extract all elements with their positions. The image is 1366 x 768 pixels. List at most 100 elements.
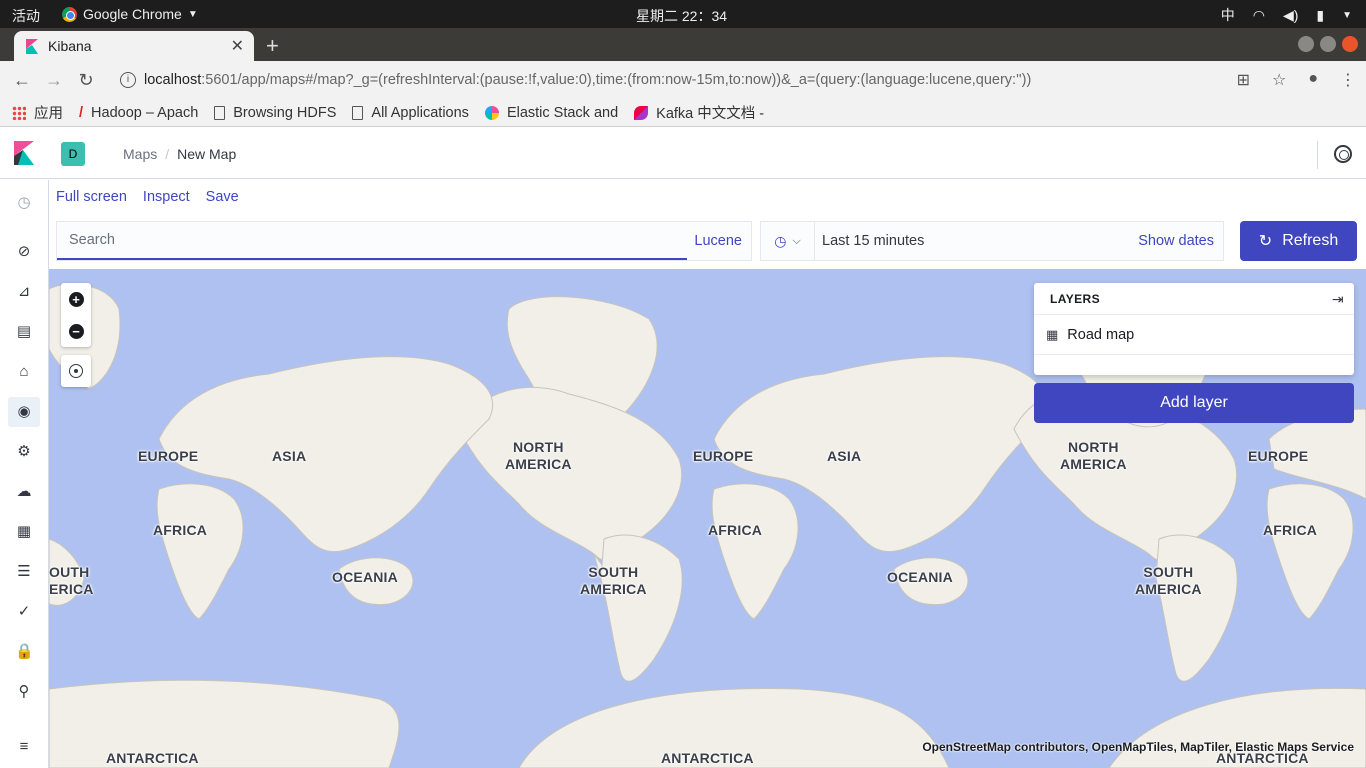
- crosshair-icon: [69, 364, 83, 378]
- close-tab-icon[interactable]: ✕: [231, 36, 244, 56]
- map-attribution[interactable]: OpenStreetMap contributors, OpenMapTiles…: [922, 740, 1354, 754]
- minimize-button[interactable]: [1298, 36, 1314, 52]
- site-info-icon[interactable]: i: [120, 72, 136, 88]
- app-menu[interactable]: Google Chrome ▼: [62, 6, 198, 22]
- map-label-europe-2: EUROPE: [693, 448, 754, 464]
- elastic-icon: [484, 105, 499, 120]
- map-label-asia: ASIA: [272, 448, 307, 464]
- map-label-north-america: NORTH AMERICA: [505, 439, 572, 472]
- tab-strip: Kibana ✕ +: [0, 28, 1366, 61]
- time-range-label[interactable]: Last 15 minutes: [822, 233, 924, 249]
- full-screen-link[interactable]: Full screen: [56, 189, 127, 205]
- collapse-nav-icon[interactable]: ≡: [15, 738, 33, 756]
- close-window-button[interactable]: [1342, 36, 1358, 52]
- activities-button[interactable]: 活动: [12, 6, 40, 26]
- collapse-panel-icon[interactable]: ⇥: [1332, 291, 1344, 308]
- bookmark-all-applications[interactable]: All Applications: [352, 105, 469, 121]
- uptime-icon[interactable]: ✓: [15, 603, 33, 621]
- map-canvas[interactable]: EUROPE ASIA AFRICA OCEANIA NORTH AMERICA…: [49, 269, 1366, 768]
- map-label-europe-3: EUROPE: [1248, 448, 1309, 464]
- refresh-icon: ↻: [1258, 233, 1273, 250]
- layer-name: Road map: [1067, 326, 1135, 343]
- siem-icon[interactable]: 🔒: [15, 643, 34, 661]
- top-nav-menu: Full screen Inspect Save: [56, 189, 239, 205]
- layers-title: LAYERS: [1050, 292, 1100, 306]
- url-path: :5601/app/maps#/map?_g=(refreshInterval:…: [201, 72, 1032, 88]
- clock-icon: ◷: [774, 232, 787, 249]
- space-avatar[interactable]: D: [61, 142, 85, 166]
- search-input[interactable]: [57, 222, 687, 260]
- chevron-down-icon: ⌵: [792, 234, 801, 247]
- input-method[interactable]: 中: [1221, 5, 1235, 25]
- url-host: localhost: [144, 72, 202, 88]
- chrome-icon: [62, 6, 77, 22]
- bookmark-kafka[interactable]: Kafka 中文文档 -: [634, 102, 764, 123]
- address-bar[interactable]: i localhost:5601/app/maps#/map?_g=(refre…: [110, 65, 1220, 95]
- bookmark-star-icon[interactable]: ☆: [1272, 70, 1286, 90]
- breadcrumb: Maps / New Map: [123, 146, 236, 162]
- query-bar: Lucene: [56, 221, 752, 261]
- maximize-button[interactable]: [1320, 36, 1336, 52]
- back-arrow-icon[interactable]: ←: [6, 70, 38, 91]
- clock[interactable]: 星期二 22：34: [636, 6, 727, 26]
- system-tray[interactable]: 中 ◠ ◀) ▮ ▼: [1221, 5, 1352, 25]
- new-tab-button[interactable]: +: [266, 33, 279, 59]
- more-menu-icon[interactable]: ⋮: [1340, 70, 1356, 90]
- show-dates-link[interactable]: Show dates: [1138, 233, 1214, 249]
- bookmark-elastic[interactable]: Elastic Stack and: [484, 105, 618, 121]
- quick-menu-button[interactable]: ◷ ⌵: [761, 222, 815, 260]
- maps-icon[interactable]: ◉: [8, 397, 40, 427]
- discover-icon[interactable]: ⊘: [15, 243, 33, 261]
- infrastructure-icon[interactable]: ☁: [15, 483, 33, 501]
- page-icon: [214, 105, 226, 120]
- map-label-europe: EUROPE: [138, 448, 199, 464]
- breadcrumb-maps[interactable]: Maps: [123, 146, 157, 162]
- kibana-favicon: [26, 38, 38, 54]
- inspect-link[interactable]: Inspect: [143, 189, 190, 205]
- breadcrumb-separator: /: [165, 146, 170, 162]
- profile-icon[interactable]: ●: [1308, 70, 1318, 90]
- volume-icon: ◀): [1282, 6, 1299, 23]
- zoom-in-button[interactable]: +: [61, 283, 91, 315]
- tab-title: Kibana: [48, 38, 92, 54]
- apm-icon[interactable]: ☰: [15, 563, 33, 581]
- translate-icon[interactable]: ⊞: [1237, 70, 1250, 90]
- map-label-north-america-2: NORTH AMERICA: [1060, 439, 1127, 472]
- logs-icon[interactable]: ▦: [15, 523, 33, 541]
- layer-control-panel: LAYERS ⇥ ▦ Road map: [1034, 283, 1354, 375]
- bookmark-hadoop[interactable]: / Hadoop – Apach: [79, 105, 198, 121]
- add-layer-button[interactable]: Add layer: [1034, 383, 1354, 423]
- geolocate-control: [61, 355, 91, 387]
- power-menu-icon: ▼: [1342, 9, 1352, 21]
- bookmarks-bar: 应用 / Hadoop – Apach Browsing HDFS All App…: [0, 99, 1366, 127]
- visualize-icon[interactable]: ⊿: [15, 283, 33, 301]
- query-language-button[interactable]: Lucene: [694, 233, 742, 249]
- toolbar-actions: ⊞ ☆ ● ⋮: [1237, 70, 1356, 90]
- battery-icon: ▮: [1316, 6, 1325, 23]
- bookmark-hdfs[interactable]: Browsing HDFS: [214, 105, 336, 121]
- dev-tools-icon[interactable]: ⚲: [15, 683, 33, 701]
- kafka-icon: [634, 105, 649, 120]
- map-label-africa: AFRICA: [153, 522, 208, 538]
- save-link[interactable]: Save: [206, 189, 239, 205]
- recently-viewed-icon[interactable]: ◷: [15, 194, 33, 212]
- map-label-antarctica-2: ANTARCTICA: [661, 750, 754, 766]
- set-view-button[interactable]: [61, 355, 91, 387]
- help-icon[interactable]: [1334, 145, 1352, 163]
- kibana-side-nav: ◷ ⊘ ⊿ ▤ ⌂ ◉ ⚙ ☁ ▦ ☰ ✓ 🔒 ⚲ ≡: [0, 180, 49, 768]
- refresh-button[interactable]: ↻ Refresh: [1240, 221, 1357, 261]
- ml-icon[interactable]: ⚙: [15, 443, 33, 461]
- canvas-icon[interactable]: ⌂: [15, 363, 33, 381]
- forward-arrow-icon[interactable]: →: [38, 70, 70, 91]
- apps-grid-icon: [12, 105, 26, 120]
- time-picker: ◷ ⌵ Last 15 minutes Show dates: [760, 221, 1224, 261]
- bookmark-apps[interactable]: 应用: [12, 102, 63, 123]
- map-label-south-america-2: SOUTH AMERICA: [1135, 564, 1202, 597]
- browser-tab[interactable]: Kibana ✕: [14, 31, 254, 61]
- zoom-out-button[interactable]: −: [61, 315, 91, 347]
- layer-row[interactable]: ▦ Road map: [1034, 315, 1354, 355]
- reload-icon[interactable]: ↻: [70, 70, 102, 91]
- dashboard-icon[interactable]: ▤: [15, 323, 33, 341]
- kibana-logo-icon[interactable]: [14, 141, 34, 165]
- map-label-south-america-cut: OUTH ERICA: [49, 564, 94, 597]
